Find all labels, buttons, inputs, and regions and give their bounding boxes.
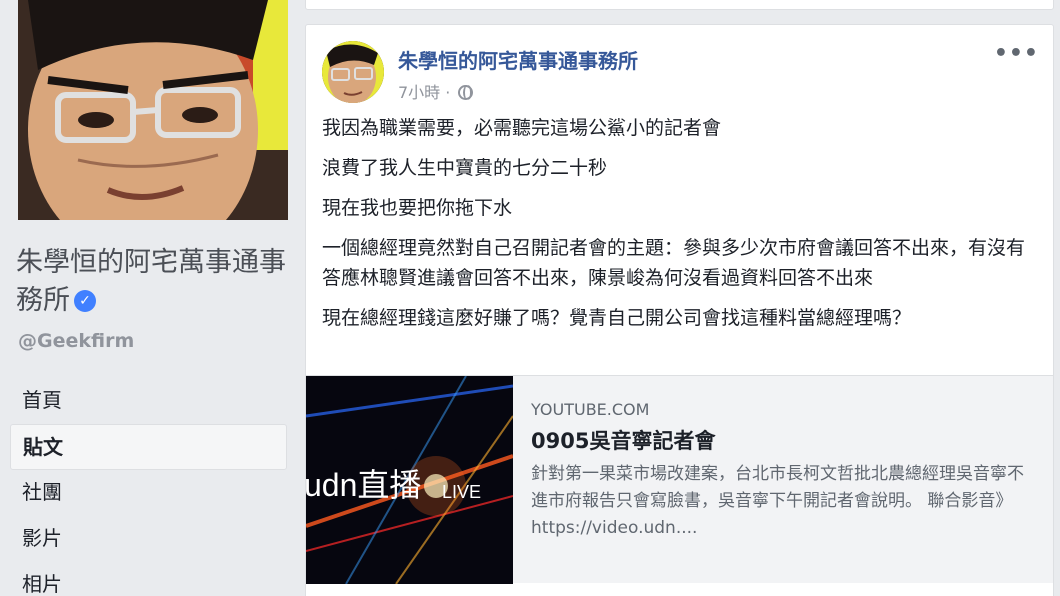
more-options-icon[interactable]: ••• [994, 41, 1039, 66]
page-handle[interactable]: @Geekfirm [18, 330, 134, 352]
nav-item-posts[interactable]: 貼文 [10, 424, 287, 470]
author-avatar[interactable] [322, 41, 384, 103]
page-profile-picture[interactable] [18, 0, 288, 220]
link-title[interactable]: 0905吳音寧記者會 [531, 425, 1036, 455]
post-text: 我因為職業需要，必需聽完這場公鯊小的記者會 浪費了我人生中寶貴的七分二十秒 現在… [322, 113, 1034, 343]
link-text: YOUTUBE.COM 0905吳音寧記者會 針對第一果菜市場改建案，台北市長柯… [531, 400, 1036, 542]
page-title[interactable]: 朱學恒的阿宅萬事通事務所 ✓ [16, 244, 286, 320]
nav-item-groups[interactable]: 社團 [10, 470, 287, 516]
verified-badge-icon: ✓ [74, 290, 96, 312]
link-domain: YOUTUBE.COM [531, 400, 650, 419]
previous-card [305, 0, 1054, 10]
post-meta: 7小時 · [398, 79, 474, 103]
page-nav: 首頁 貼文 社團 影片 相片 [10, 378, 287, 596]
nav-item-videos[interactable]: 影片 [10, 516, 287, 562]
post-paragraph: 浪費了我人生中寶貴的七分二十秒 [322, 157, 608, 179]
thumb-live-badge: LIVE [442, 482, 481, 502]
post-author-link[interactable]: 朱學恒的阿宅萬事通事務所 [398, 45, 638, 74]
link-description: 針對第一果菜市場改建案，台北市長柯文哲批北農總經理吳音寧不進市府報告只會寫臉書，… [531, 464, 1024, 538]
post-paragraph: 一個總經理竟然對自己召開記者會的主題：參與多少次市府會議回答不出來，有沒有答應林… [322, 237, 1026, 289]
page-title-text: 朱學恒的阿宅萬事通事務所 [16, 247, 286, 316]
link-thumbnail[interactable]: udn直播 LIVE [306, 376, 513, 584]
globe-icon [458, 85, 474, 100]
page-sidebar: 朱學恒的阿宅萬事通事務所 ✓ @Geekfirm 首頁 貼文 社團 影片 相片 [0, 0, 300, 596]
post-paragraph: 現在我也要把你拖下水 [322, 197, 513, 219]
nav-item-photos[interactable]: 相片 [10, 562, 287, 596]
post-paragraph: 現在總經理錢這麼好賺了嗎？覺青自己開公司會找這種料當總經理嗎？ [322, 307, 912, 329]
feed-post: 朱學恒的阿宅萬事通事務所 7小時 · ••• 我因為職業需要，必需聽完這場公鯊小… [305, 24, 1054, 596]
thumb-brand-text: udn直播 [306, 467, 421, 503]
post-timestamp[interactable]: 7小時 · [398, 83, 455, 102]
post-paragraph: 我因為職業需要，必需聽完這場公鯊小的記者會 [322, 117, 722, 139]
nav-item-home[interactable]: 首頁 [10, 378, 287, 424]
link-preview-card[interactable]: udn直播 LIVE YOUTUBE.COM 0905吳音寧記者會 針對第一果菜… [306, 375, 1053, 584]
